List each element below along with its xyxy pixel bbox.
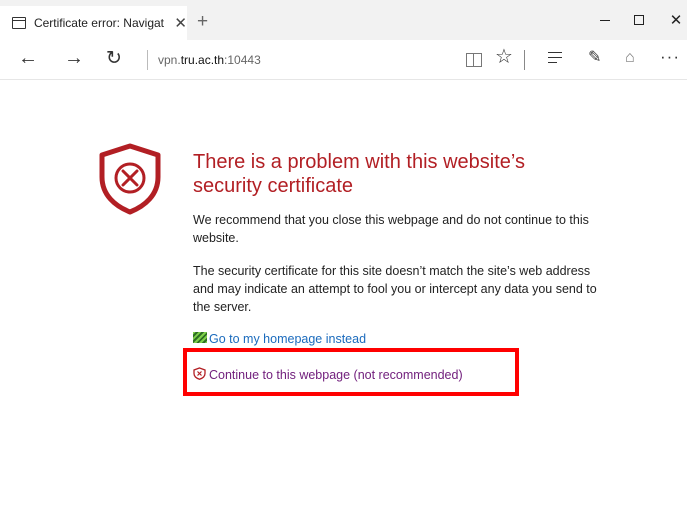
- browser-window: Certificate error: Navigat ✕ + ✕ ← → ↻ v…: [0, 0, 687, 509]
- tab-certificate-error[interactable]: Certificate error: Navigat ✕: [0, 6, 187, 40]
- reading-view-icon[interactable]: [466, 53, 482, 67]
- page-title: There is a problem with this website’s s…: [193, 151, 525, 197]
- address-port: :10443: [224, 53, 261, 67]
- hub-icon[interactable]: [548, 52, 562, 67]
- home-page-icon: [193, 331, 207, 343]
- address-domain: tru.ac.th: [180, 53, 225, 67]
- minimize-button[interactable]: [590, 8, 620, 32]
- maximize-button[interactable]: [624, 8, 654, 32]
- address-prefix: vpn.: [158, 53, 181, 67]
- page-icon: [12, 17, 26, 29]
- error-shield-icon: [99, 143, 161, 215]
- address-separator: [147, 50, 148, 70]
- toolbar-separator: [524, 50, 525, 70]
- maximize-icon: [634, 15, 644, 25]
- tab-close-icon[interactable]: ✕: [174, 16, 187, 31]
- share-icon[interactable]: ⌂: [625, 50, 635, 66]
- highlight-box: [183, 348, 519, 396]
- homepage-link-label: Go to my homepage instead: [209, 332, 367, 346]
- web-note-icon[interactable]: ✎: [588, 50, 601, 66]
- certificate-mismatch-text: The security certificate for this site d…: [193, 264, 597, 314]
- back-button[interactable]: ←: [18, 48, 38, 68]
- forward-button[interactable]: →: [64, 48, 84, 68]
- homepage-link[interactable]: Go to my homepage instead: [193, 330, 366, 348]
- refresh-button[interactable]: ↻: [106, 49, 122, 68]
- address-bar[interactable]: vpn.tru.ac.th:10443: [158, 53, 261, 67]
- close-window-button[interactable]: ✕: [661, 8, 687, 32]
- tab-title: Certificate error: Navigat: [33, 16, 164, 30]
- title-bar: Certificate error: Navigat ✕ + ✕: [0, 0, 687, 40]
- minimize-icon: [600, 19, 610, 21]
- favorite-star-icon[interactable]: ☆: [495, 47, 513, 67]
- new-tab-button[interactable]: +: [197, 12, 208, 31]
- recommendation-text: We recommend that you close this webpage…: [193, 213, 589, 245]
- more-icon[interactable]: ···: [660, 48, 680, 65]
- navigation-bar: ← → ↻ vpn.tru.ac.th:10443 ☆ ✎ ⌂ ···: [0, 40, 687, 80]
